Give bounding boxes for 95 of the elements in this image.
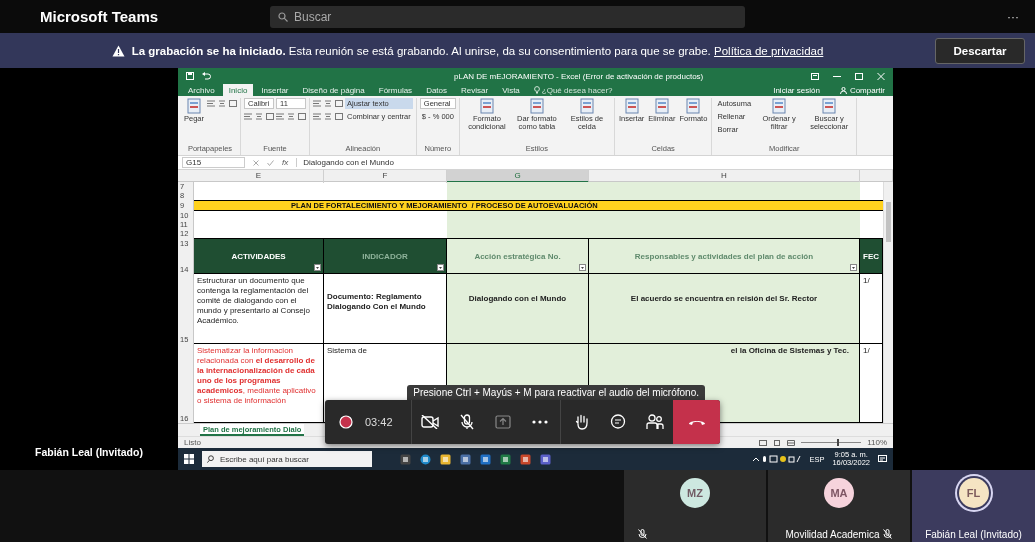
format-icon[interactable]	[313, 100, 321, 107]
maximize-icon[interactable]	[855, 72, 863, 80]
store-app-icon[interactable]	[460, 453, 471, 465]
warning-icon	[111, 44, 125, 57]
ribbon-tab[interactable]: Vista	[496, 84, 526, 96]
format-icon[interactable]	[287, 113, 295, 120]
ribbon-tab[interactable]: Diseño de página	[296, 84, 371, 96]
scrollbar[interactable]	[883, 182, 893, 423]
people-icon	[645, 414, 664, 430]
teams-app-icon[interactable]	[540, 453, 551, 465]
format-icon[interactable]	[218, 100, 226, 107]
recording-notice: La grabación se ha iniciado. Esta reunión se está grabando. Al unirse, da su consentimiento para que se grabe. Política de privacidad	[131, 44, 824, 57]
save-icon[interactable]	[186, 72, 194, 80]
check-icon[interactable]	[267, 159, 274, 166]
table-cell: El acuerdo se encuentra en reisión del Sr. Rector	[589, 274, 860, 344]
tray-icons[interactable]	[753, 455, 802, 463]
filter-dropdown-icon[interactable]	[850, 264, 857, 271]
search-field[interactable]: Buscar	[270, 5, 745, 28]
avatar: MZ	[680, 478, 710, 508]
hand-icon	[574, 414, 589, 430]
tell-me-search[interactable]: ¿Qué desea hacer?	[541, 85, 613, 95]
format-icon[interactable]	[207, 100, 215, 107]
format-icon[interactable]	[313, 113, 321, 120]
share-button[interactable]: Compartir	[829, 84, 889, 96]
format-icon[interactable]	[298, 113, 306, 120]
page-break-icon[interactable]	[787, 439, 796, 446]
ribbon-tab[interactable]: Revisar	[455, 84, 495, 96]
table-cell: Dialogando con el Mundo	[447, 274, 589, 344]
format-icon[interactable]	[229, 100, 237, 107]
powerpoint-app-icon[interactable]	[520, 453, 531, 465]
microphone-icon	[458, 414, 475, 430]
excel-app-icon[interactable]	[500, 453, 511, 465]
undo-icon[interactable]	[202, 72, 211, 80]
more-button[interactable]: ···	[1003, 9, 1023, 24]
column-heading: Acción estratégica No.	[447, 238, 589, 274]
format-icon[interactable]	[266, 113, 274, 120]
share-tray-icon	[495, 415, 512, 429]
windows-start-icon[interactable]	[184, 454, 194, 464]
filter-dropdown-icon[interactable]	[437, 264, 444, 271]
ribbon-options-icon[interactable]	[811, 72, 819, 80]
dismiss-button[interactable]: Descartar	[935, 37, 1025, 64]
edge-app-icon[interactable]	[420, 453, 431, 465]
page-layout-icon[interactable]	[773, 439, 782, 446]
format-icon[interactable]	[244, 113, 252, 120]
chat-icon	[610, 414, 627, 430]
person-icon	[839, 86, 847, 94]
search-icon	[207, 455, 215, 463]
column-heading: ACTIVIDADES	[194, 238, 324, 274]
normal-view-icon[interactable]	[759, 439, 768, 446]
format-icon[interactable]	[255, 113, 263, 120]
function-button[interactable]: fx	[282, 158, 289, 167]
format-icon[interactable]	[324, 113, 332, 120]
phone-icon	[687, 418, 706, 426]
more-icon	[531, 420, 548, 424]
ribbon-tab[interactable]: Insertar	[255, 84, 295, 96]
name-box[interactable]: G15	[182, 157, 245, 168]
notification-icon[interactable]	[878, 454, 887, 464]
ribbon-tab[interactable]: Datos	[420, 84, 454, 96]
cancel-icon[interactable]	[253, 159, 259, 166]
participant-tile[interactable]: MZ	[622, 470, 766, 542]
participant-name: Movilidad Academica	[785, 528, 880, 540]
ribbon-tab[interactable]: Inicio	[222, 84, 254, 96]
participant-name: Fabián Leal (Invitado)	[925, 528, 1022, 540]
participant-tile[interactable]: FL Fabián Leal (Invitado)	[910, 470, 1035, 542]
taskbar-search-field[interactable]: Escribe aquí para buscar	[202, 451, 372, 467]
mute-notification: Presione Ctrl + Mayús + M para reactivar el audio del micrófono.	[407, 385, 705, 400]
filter-dropdown-icon[interactable]	[579, 264, 586, 271]
column-heading: FEC	[860, 238, 883, 274]
avatar: MA	[824, 478, 854, 508]
close-icon[interactable]	[877, 72, 885, 80]
window-title: pLAN DE mEJORAMIENTO - Excel (Error de activación de productos)	[454, 71, 704, 81]
format-icon[interactable]	[324, 100, 332, 107]
sign-in-link[interactable]: Iniciar sesión	[773, 85, 820, 95]
participant-tile[interactable]: MA Movilidad Academica	[766, 470, 910, 542]
privacy-link[interactable]: Política de privacidad	[714, 44, 824, 57]
zoom-level: 110%	[867, 438, 887, 447]
app-title: Microsoft Teams	[40, 8, 160, 25]
mail-app-icon[interactable]	[480, 453, 491, 465]
column-heading: INDICADOR	[324, 238, 447, 274]
lightbulb-icon	[533, 86, 540, 94]
ribbon-tab[interactable]: Archivo	[182, 84, 221, 96]
camera-icon	[420, 415, 439, 429]
formula-field[interactable]: Dialogando con el Mundo	[296, 158, 889, 167]
filter-dropdown-icon[interactable]	[314, 264, 321, 271]
task-view-app-icon[interactable]	[400, 453, 411, 465]
format-icon[interactable]	[276, 113, 284, 120]
ribbon-tab[interactable]: Fórmulas	[372, 84, 419, 96]
presenter-name: Fabián Leal (Invitado)	[35, 446, 143, 458]
status-text: Listo	[184, 438, 201, 447]
avatar: FL	[958, 478, 989, 508]
zoom-slider-thumb[interactable]	[837, 439, 840, 446]
folder-app-icon[interactable]	[440, 453, 451, 465]
table-cell: Estructurar un documento que contenga la reglamentación del comité de dialogando con el mundo y presentarlo al Consejo Académico.	[194, 274, 324, 344]
column-heading: Responsables y actividades del plan de acción	[589, 238, 860, 274]
search-icon	[278, 11, 288, 22]
